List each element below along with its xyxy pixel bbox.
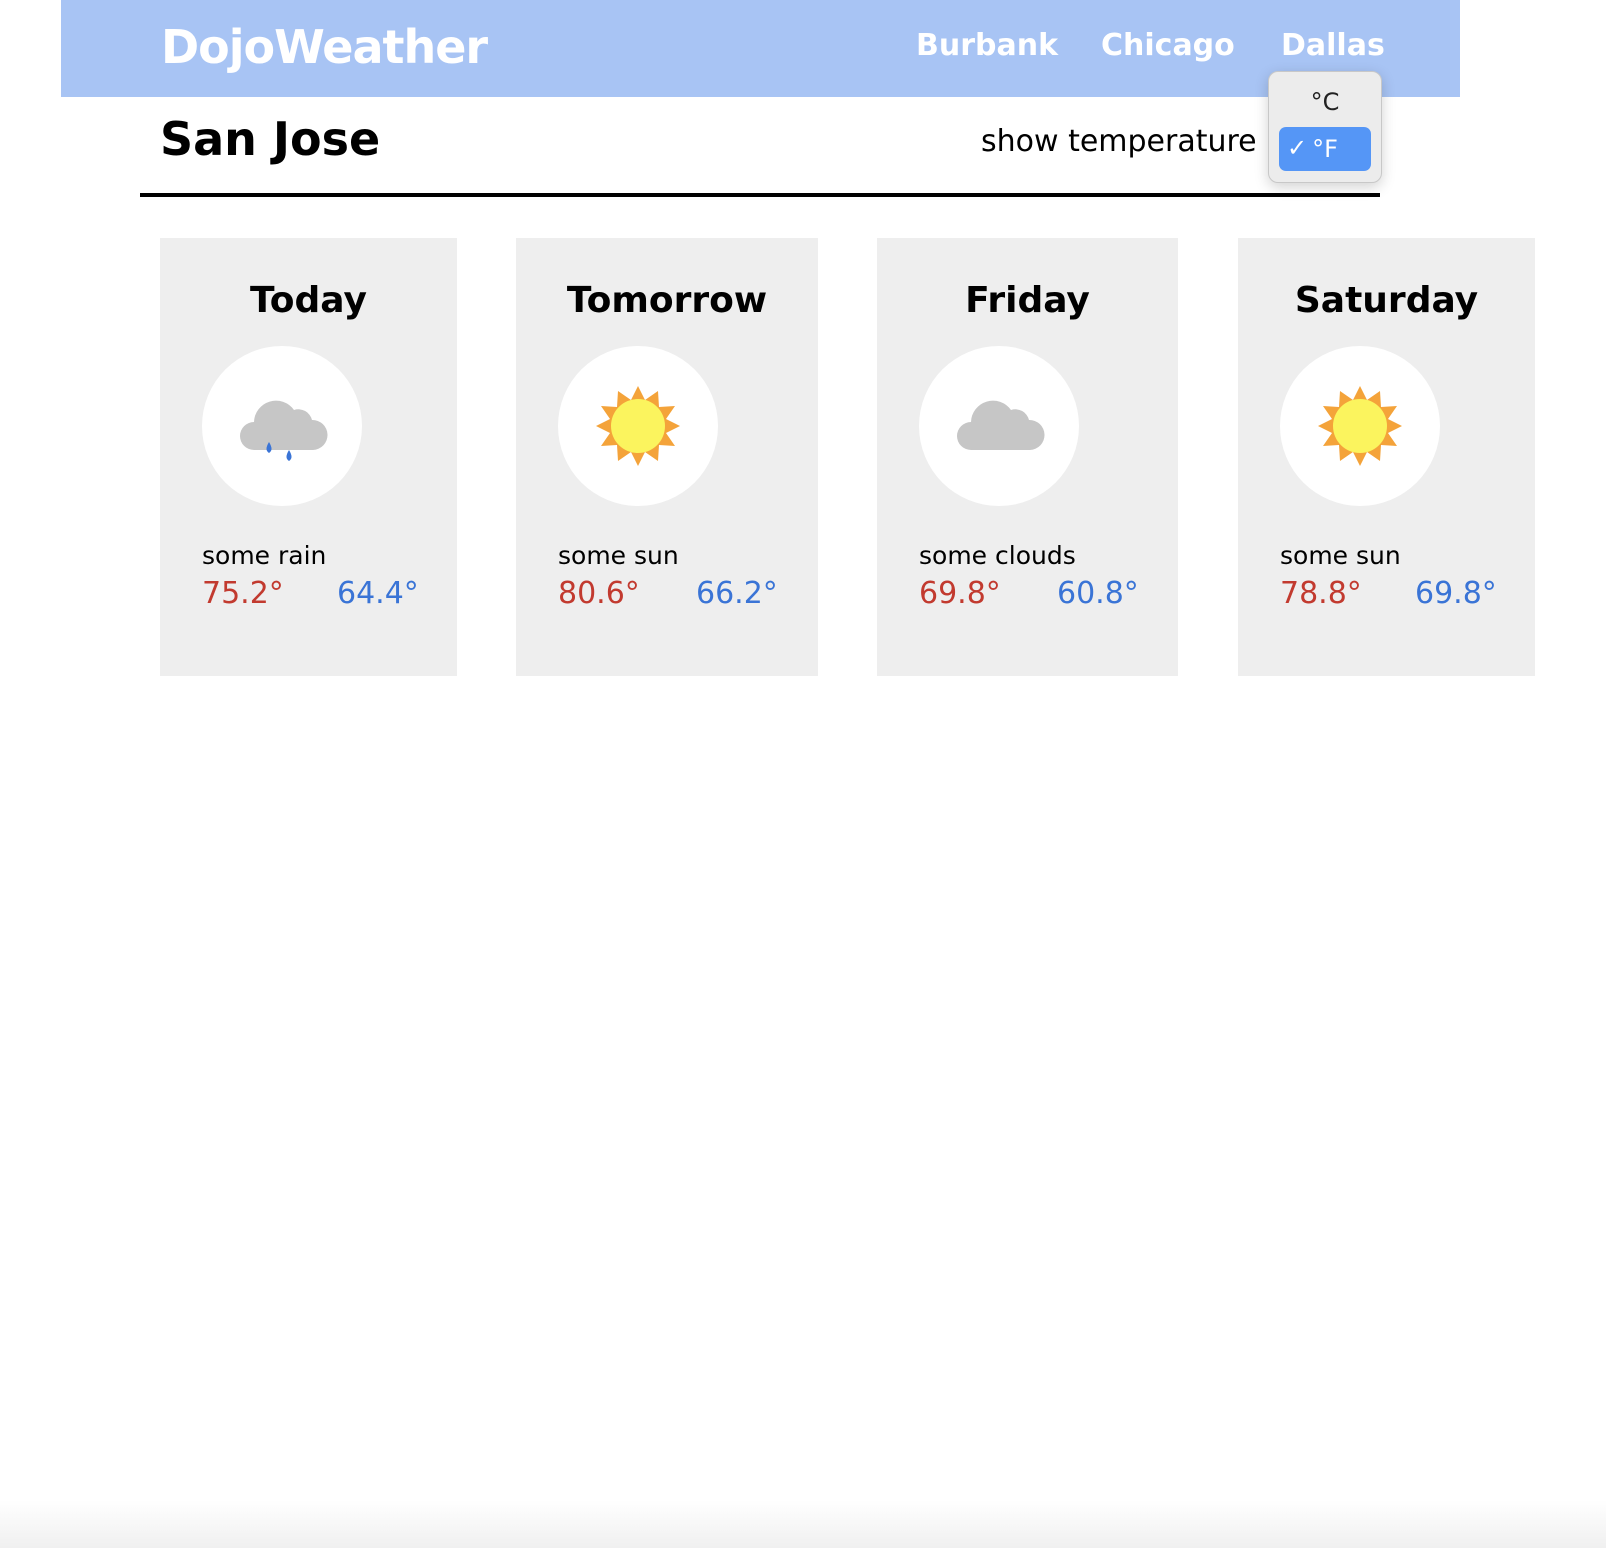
weather-icon-container: [202, 346, 362, 506]
forecast-day: Today: [250, 280, 367, 321]
weather-description: some rain: [202, 541, 327, 570]
sun-icon: [1318, 386, 1402, 466]
high-temperature: 69.8°: [919, 576, 1001, 611]
low-temperature: 69.8°: [1415, 576, 1497, 611]
unit-option-label: °F: [1312, 135, 1338, 163]
forecast-day: Friday: [965, 280, 1090, 321]
app-logo[interactable]: DojoWeather: [161, 20, 488, 74]
forecast-card-saturday: Saturday some sun 78.8° 69.8°: [1238, 238, 1535, 676]
unit-select-label: show temperature in: [981, 124, 1271, 159]
weather-description: some sun: [1280, 541, 1401, 570]
weather-icon-container: [558, 346, 718, 506]
high-temperature: 78.8°: [1280, 576, 1362, 611]
unit-option-label: °C: [1310, 88, 1340, 116]
window-bottom-edge: [0, 1500, 1606, 1548]
temperature-unit-dropdown[interactable]: °C ✓ °F: [1268, 71, 1382, 183]
high-temperature: 80.6°: [558, 576, 640, 611]
header-divider: [140, 193, 1380, 197]
forecast-card-tomorrow: Tomorrow some sun 80.6° 66.2°: [516, 238, 818, 676]
checkmark-icon: ✓: [1287, 134, 1308, 162]
top-navbar: DojoWeather Burbank Chicago Dallas: [61, 0, 1460, 97]
high-temperature: 75.2°: [202, 576, 284, 611]
forecast-card-today: Today some rain 75.2° 64.4°: [160, 238, 457, 676]
unit-option-fahrenheit[interactable]: ✓ °F: [1279, 127, 1371, 171]
cloud-icon: [957, 400, 1045, 450]
rain-cloud-icon: [240, 400, 328, 461]
weather-description: some sun: [558, 541, 679, 570]
city-title: San Jose: [160, 112, 381, 166]
weather-icon-container: [1280, 346, 1440, 506]
nav-link-burbank[interactable]: Burbank: [916, 28, 1058, 63]
weather-description: some clouds: [919, 541, 1076, 570]
low-temperature: 66.2°: [696, 576, 778, 611]
forecast-card-friday: Friday some clouds 69.8° 60.8°: [877, 238, 1178, 676]
sun-icon: [596, 386, 680, 466]
nav-link-dallas[interactable]: Dallas: [1281, 28, 1385, 63]
forecast-day: Saturday: [1294, 280, 1479, 321]
unit-option-celsius[interactable]: °C: [1279, 80, 1371, 124]
low-temperature: 60.8°: [1057, 576, 1139, 611]
forecast-day: Tomorrow: [566, 280, 768, 321]
page: DojoWeather Burbank Chicago Dallas San J…: [0, 0, 1606, 1548]
nav-link-chicago[interactable]: Chicago: [1101, 28, 1235, 63]
weather-icon-container: [919, 346, 1079, 506]
low-temperature: 64.4°: [337, 576, 419, 611]
